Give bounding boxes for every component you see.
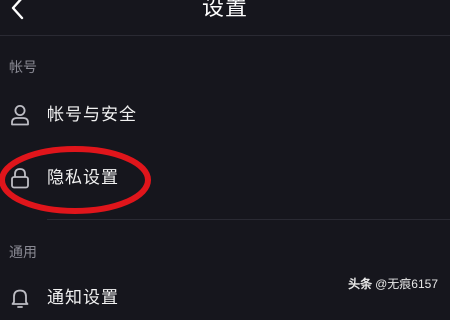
watermark: 头条 @无痕6157	[348, 275, 438, 292]
top-nav-bar: 设置	[0, 0, 450, 34]
section-title-general: 通用	[9, 245, 37, 261]
settings-item-label: 通知设置	[47, 288, 119, 308]
settings-item-account-security[interactable]: 帐号与安全	[0, 93, 450, 137]
watermark-brand: 头条	[348, 277, 373, 291]
settings-item-label: 隐私设置	[47, 168, 119, 188]
highlight-ellipse	[0, 146, 151, 214]
user-icon	[10, 104, 30, 126]
settings-item-label: 帐号与安全	[47, 105, 137, 125]
page-title: 设置	[201, 0, 248, 21]
bell-icon	[10, 287, 30, 309]
watermark-handle: @无痕6157	[375, 277, 438, 291]
section-divider	[47, 219, 450, 220]
section-title-account: 帐号	[9, 60, 37, 76]
header-divider	[0, 35, 450, 36]
lock-icon	[10, 167, 30, 189]
settings-item-privacy[interactable]: 隐私设置	[0, 156, 450, 200]
